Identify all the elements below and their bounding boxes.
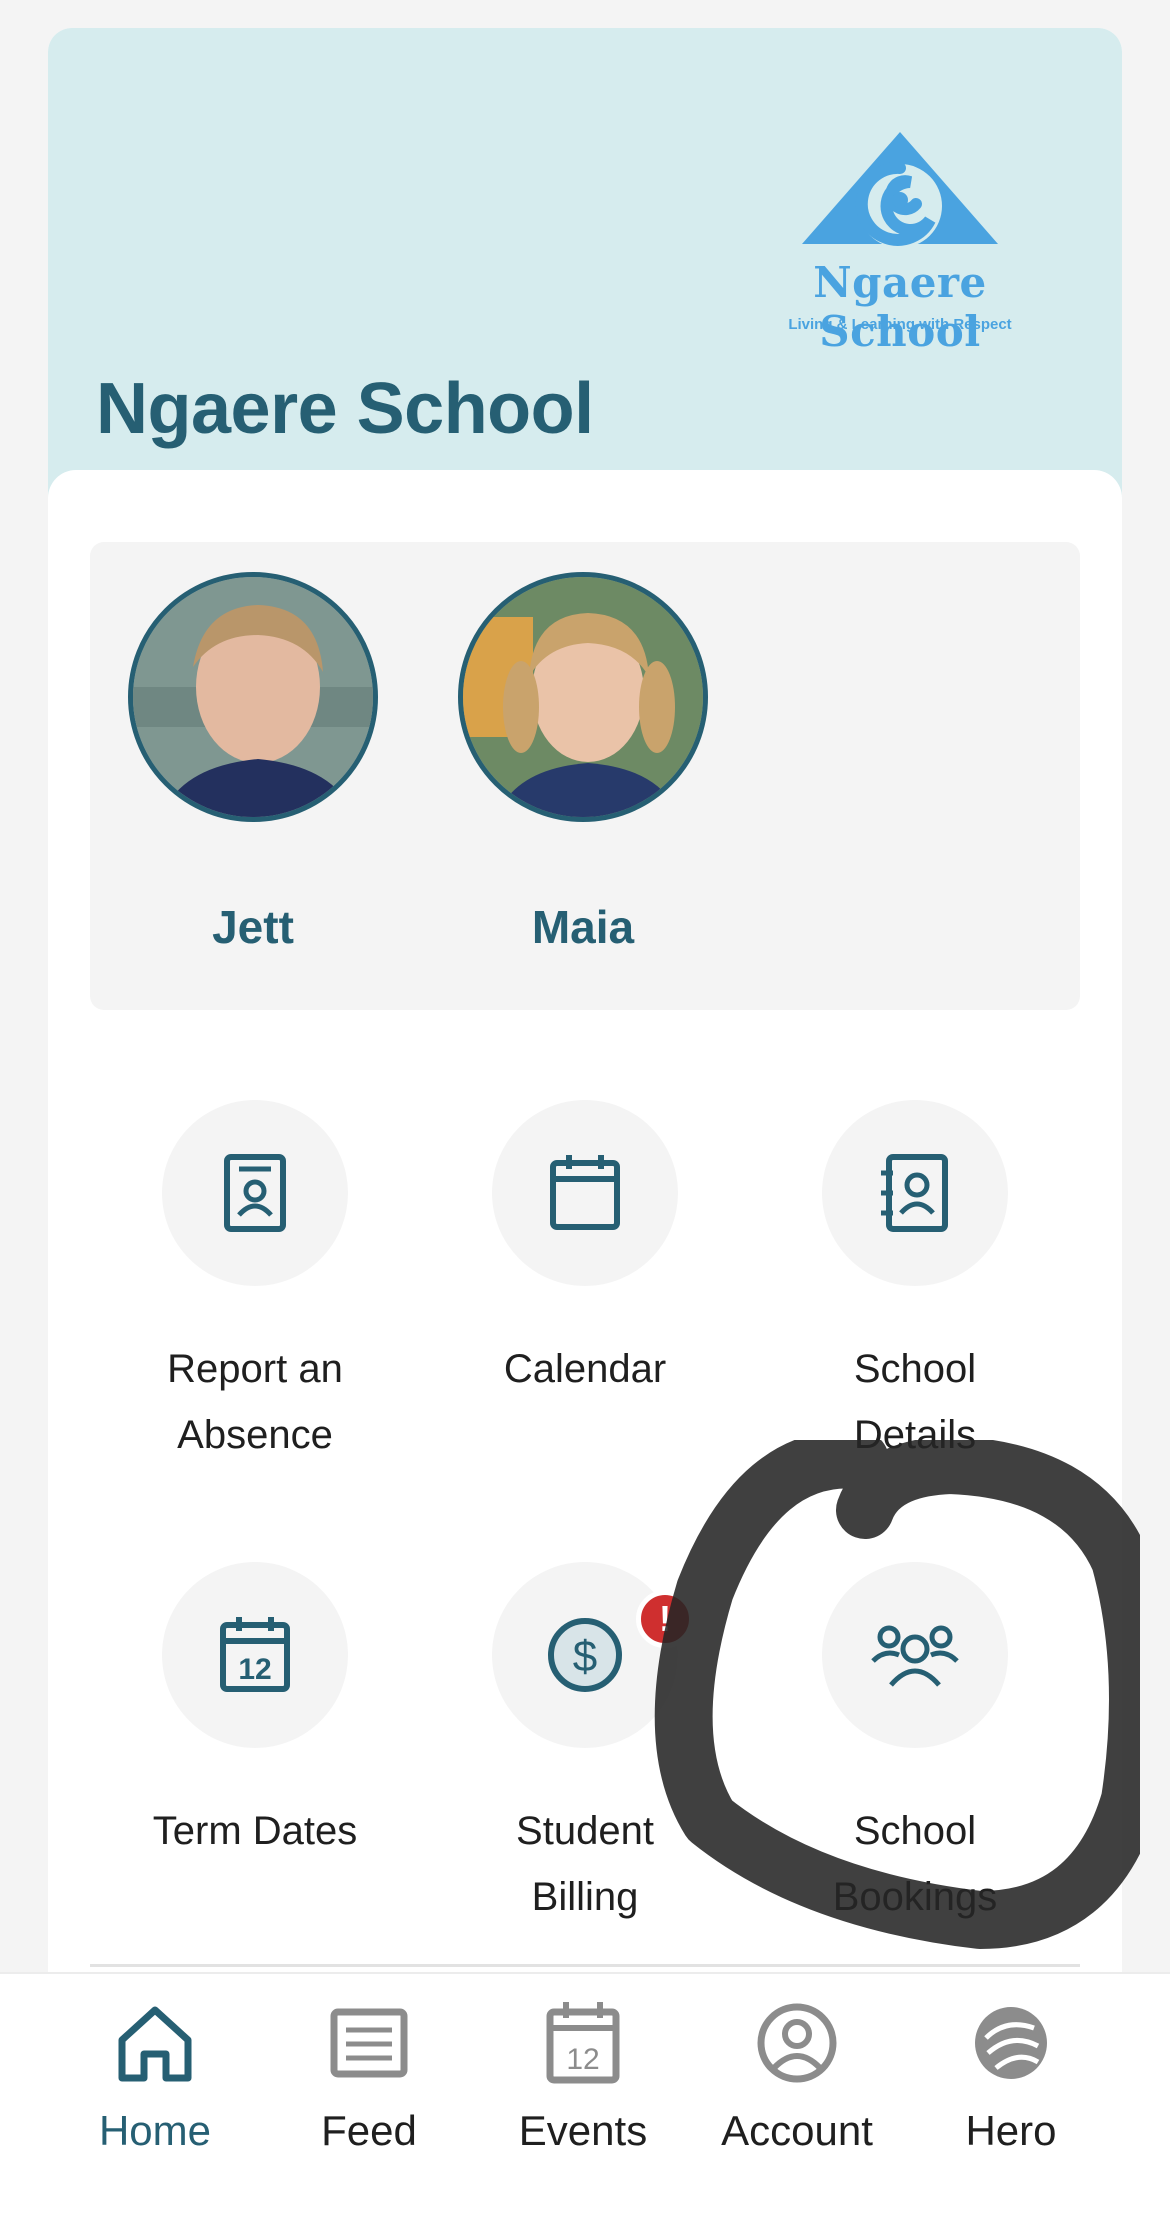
logo-wordmark: Ngaere School bbox=[813, 258, 987, 356]
tile-label: Calendar bbox=[503, 1347, 667, 1391]
bottom-tab-bar: Home Feed 12 Events Account Hero bbox=[0, 1972, 1170, 2227]
tile-icon-circle[interactable]: 12 bbox=[162, 1562, 348, 1748]
tab-label: Feed bbox=[321, 2107, 417, 2154]
school-logo-mark bbox=[802, 132, 998, 248]
tab-label: Hero bbox=[965, 2107, 1057, 2154]
group-icon bbox=[871, 1625, 959, 1687]
dollar-icon: $ bbox=[548, 1618, 622, 1692]
contact-card-icon bbox=[224, 1154, 286, 1232]
tab-hero[interactable]: Hero bbox=[904, 1998, 1118, 2155]
avatar[interactable] bbox=[458, 572, 708, 822]
tab-home[interactable]: Home bbox=[48, 1998, 262, 2155]
address-book-icon bbox=[881, 1154, 948, 1232]
account-icon bbox=[757, 2003, 837, 2083]
student-selector: Jett Maia bbox=[90, 542, 1080, 1010]
tab-account[interactable]: Account bbox=[690, 1998, 904, 2155]
tile-student-billing[interactable]: $ ! Student Billing bbox=[420, 1562, 750, 1930]
svg-text:$: $ bbox=[573, 1632, 597, 1681]
tile-school-bookings[interactable]: School Bookings bbox=[750, 1562, 1080, 1930]
calendar-icon bbox=[550, 1155, 620, 1230]
calendar-day-number: 12 bbox=[566, 2043, 599, 2076]
tile-report-absence[interactable]: Report an Absence bbox=[90, 1100, 420, 1468]
student-card-jett[interactable]: Jett bbox=[126, 572, 380, 954]
school-header: Ngaere School Living & Learning with Res… bbox=[48, 28, 1122, 498]
hero-logo-icon bbox=[975, 2007, 1047, 2079]
tab-label: Events bbox=[518, 2107, 648, 2154]
tile-icon-circle[interactable] bbox=[162, 1100, 348, 1286]
student-name: Maia bbox=[531, 901, 635, 953]
calendar-12-icon: 12 bbox=[546, 2002, 620, 2084]
tile-icon-circle[interactable]: $ ! bbox=[492, 1562, 694, 1748]
page-title: Ngaere School bbox=[96, 369, 594, 449]
calendar-day-number: 12 bbox=[238, 1653, 271, 1686]
avatar[interactable] bbox=[128, 572, 378, 822]
alert-badge: ! bbox=[636, 1590, 694, 1648]
tile-term-dates[interactable]: 12 Term Dates bbox=[90, 1562, 420, 1864]
tile-school-details[interactable]: School Details bbox=[750, 1100, 1080, 1468]
school-logo: Ngaere School Living & Learning with Res… bbox=[750, 128, 1050, 368]
tile-icon-circle[interactable] bbox=[822, 1562, 1008, 1748]
tab-events[interactable]: 12 Events bbox=[476, 1998, 690, 2155]
tile-icon-circle[interactable] bbox=[492, 1100, 678, 1286]
tab-label: Account bbox=[721, 2107, 873, 2154]
home-icon bbox=[118, 2006, 192, 2082]
divider bbox=[90, 1964, 1080, 1967]
main-panel: Jett Maia Report an Absence Calendar Sch… bbox=[48, 470, 1122, 2227]
logo-tagline: Living & Learning with Respect bbox=[788, 316, 1012, 333]
home-card: Ngaere School Living & Learning with Res… bbox=[48, 28, 1122, 2227]
tile-icon-circle[interactable] bbox=[822, 1100, 1008, 1286]
tile-label: Term Dates bbox=[152, 1809, 358, 1853]
tile-label: School Details bbox=[853, 1347, 977, 1457]
student-card-maia[interactable]: Maia bbox=[456, 572, 710, 954]
tab-feed[interactable]: Feed bbox=[262, 1998, 476, 2155]
tile-label: Report an Absence bbox=[167, 1347, 343, 1457]
tile-label: School Bookings bbox=[832, 1809, 998, 1919]
tile-calendar[interactable]: Calendar bbox=[420, 1100, 750, 1402]
tile-label: Student Billing bbox=[516, 1809, 654, 1919]
tab-label: Home bbox=[98, 2107, 212, 2154]
feed-icon bbox=[330, 2008, 408, 2078]
calendar-12-icon: 12 bbox=[220, 1617, 290, 1692]
student-name: Jett bbox=[212, 901, 294, 953]
